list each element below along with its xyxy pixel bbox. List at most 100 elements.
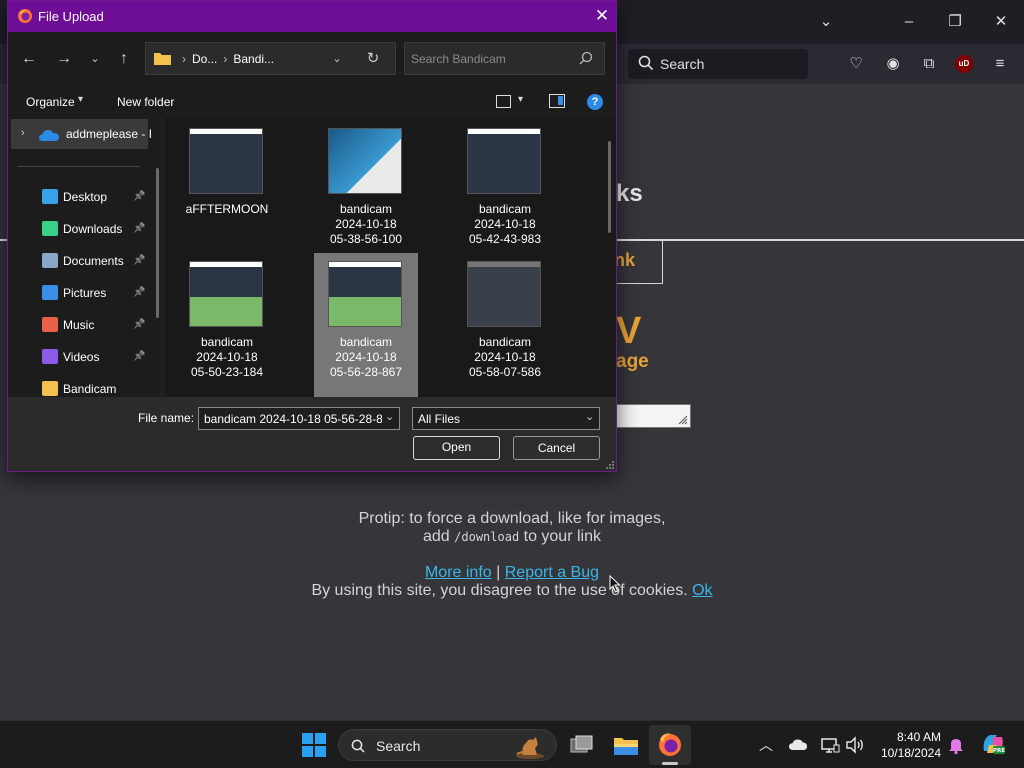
dialog-close-icon[interactable]: ✕ xyxy=(592,6,612,26)
browser-search-box[interactable]: Search xyxy=(628,49,808,79)
sidebar-item-bandicam[interactable]: Bandicam xyxy=(8,375,154,397)
breadcrumb-item[interactable]: Do... xyxy=(192,52,217,66)
sidebar-item-pictures[interactable]: Pictures 📌 xyxy=(8,279,154,307)
file-name-field[interactable]: bandicam 2024-10-18 05-56-28-867 ⌄ xyxy=(198,407,400,430)
network-icon[interactable] xyxy=(820,735,840,755)
pin-icon[interactable]: 📌 xyxy=(133,191,145,203)
pin-icon[interactable]: 📌 xyxy=(133,319,145,331)
taskbar-clock-date[interactable]: 10/18/2024 xyxy=(871,746,941,760)
task-view-icon[interactable] xyxy=(566,729,598,761)
sidebar-item-videos[interactable]: Videos 📌 xyxy=(8,343,154,371)
copilot-icon[interactable]: PRE xyxy=(980,731,1006,757)
breadcrumb-item[interactable]: Bandi... xyxy=(233,52,274,66)
search-highlight-kangaroo-icon xyxy=(516,737,544,759)
pin-icon[interactable]: 📌 xyxy=(133,255,145,267)
cookie-notice: By using this site, you disagree to the … xyxy=(0,582,1024,600)
sidebar-item-downloads[interactable]: Downloads 📌 xyxy=(8,215,154,243)
sidebar-item-label: Music xyxy=(63,318,95,332)
pin-icon[interactable]: 📌 xyxy=(133,351,145,363)
show-hidden-icons-chevron-icon[interactable]: ︿ xyxy=(756,735,776,755)
report-bug-link[interactable]: Report a Bug xyxy=(505,564,599,581)
preview-pane-icon[interactable] xyxy=(549,94,565,108)
pin-icon[interactable]: 📌 xyxy=(133,223,145,235)
sidebar-item-onedrive[interactable]: › addmeplease - P xyxy=(11,119,151,149)
file-name: bandicam 2024-10-18 05-50-23-184 xyxy=(190,335,264,379)
extensions-icon[interactable]: ⧉ xyxy=(919,54,939,74)
tab-list-chevron-icon[interactable]: ⌄ xyxy=(814,10,838,34)
file-name-value: bandicam 2024-10-18 05-56-28-867 xyxy=(204,412,382,426)
address-dropdown-chevron-icon[interactable]: ⌄ xyxy=(329,50,345,68)
file-name: bandicam 2024-10-18 05-42-43-983 xyxy=(468,202,542,246)
browser-close-button[interactable]: ✕ xyxy=(989,10,1013,34)
folder-search-input[interactable] xyxy=(411,49,571,69)
sidebar-item-documents[interactable]: Documents 📌 xyxy=(8,247,154,275)
running-app-indicator xyxy=(662,762,678,765)
search-icon xyxy=(579,51,593,65)
back-arrow-icon[interactable]: ← xyxy=(19,49,39,69)
music-icon xyxy=(42,317,58,332)
file-type-value: All Files xyxy=(418,412,461,426)
menu-icon[interactable]: ≡ xyxy=(990,54,1010,74)
volume-icon[interactable] xyxy=(845,735,865,755)
resize-grip-icon[interactable] xyxy=(678,415,688,425)
downloads-icon xyxy=(42,221,58,236)
file-item[interactable]: bandicam 2024-10-18 05-58-07-586 xyxy=(453,253,557,397)
notifications-bell-icon[interactable] xyxy=(946,735,966,755)
firefox-icon[interactable] xyxy=(654,729,686,761)
file-item[interactable]: bandicam 2024-10-18 05-38-56-100 xyxy=(314,120,418,270)
file-item[interactable]: bandicam 2024-10-18 05-56-28-867 xyxy=(314,253,418,397)
more-info-link[interactable]: More info xyxy=(425,564,492,581)
dialog-resize-grip-icon[interactable] xyxy=(605,460,614,469)
recent-locations-chevron-icon[interactable]: ⌄ xyxy=(85,49,105,69)
folder-icon xyxy=(154,53,171,65)
sidebar-item-music[interactable]: Music 📌 xyxy=(8,311,154,339)
dialog-title-bar: File Upload ✕ xyxy=(8,1,616,32)
up-arrow-icon[interactable]: ↑ xyxy=(114,49,134,69)
cookie-ok-link[interactable]: Ok xyxy=(692,582,712,599)
expand-chevron-icon[interactable]: › xyxy=(21,127,25,139)
windows-taskbar: Search ︿ 8:40 AM 10/18/2024 PRE xyxy=(0,720,1024,768)
file-explorer-icon[interactable] xyxy=(610,729,642,761)
onedrive-cloud-icon xyxy=(39,130,59,141)
restore-button[interactable]: ❐ xyxy=(943,10,967,34)
pin-icon[interactable]: 📌 xyxy=(133,287,145,299)
organize-button[interactable]: Organize xyxy=(26,95,75,109)
pocket-icon[interactable]: ♡ xyxy=(846,54,866,74)
account-icon[interactable]: ◉ xyxy=(883,54,903,74)
file-type-select[interactable]: All Files ⌄ xyxy=(412,407,600,430)
file-item[interactable]: bandicam 2024-10-18 05-50-23-184 xyxy=(175,253,279,397)
documents-icon xyxy=(42,253,58,268)
view-options-caret-icon[interactable]: ▾ xyxy=(518,94,523,105)
organize-caret-icon[interactable]: ▾ xyxy=(78,94,83,105)
file-item[interactable]: aFFTERMOON xyxy=(175,120,279,270)
navigation-scrollbar[interactable] xyxy=(156,168,159,318)
sidebar-item-label: Desktop xyxy=(63,190,108,204)
folder-search-box xyxy=(404,42,605,75)
help-icon[interactable]: ? xyxy=(587,94,603,110)
sidebar-item-label: Downloads xyxy=(63,222,123,236)
ublock-icon[interactable]: uD xyxy=(955,55,973,73)
cancel-button[interactable]: Cancel xyxy=(513,436,600,460)
new-folder-button[interactable]: New folder xyxy=(117,95,174,109)
forward-arrow-icon[interactable]: → xyxy=(54,49,74,69)
dialog-navigation-bar: ← → ⌄ ↑ › Do... › Bandi... ⌄ ↻ xyxy=(8,32,616,86)
file-list-scrollbar[interactable] xyxy=(608,141,611,233)
browser-search-label: Search xyxy=(660,56,705,72)
page-link-tab[interactable]: nk xyxy=(614,250,635,271)
link-separator: | xyxy=(496,564,501,581)
view-options-icon[interactable] xyxy=(496,95,511,108)
taskbar-clock-time[interactable]: 8:40 AM xyxy=(879,730,941,744)
sidebar-item-label: Videos xyxy=(63,350,100,364)
page-banner-title: V xyxy=(616,310,642,352)
windows-start-icon[interactable] xyxy=(302,733,326,757)
page-url-textarea[interactable] xyxy=(612,404,691,428)
sidebar-item-desktop[interactable]: Desktop 📌 xyxy=(8,183,154,211)
refresh-icon[interactable]: ↻ xyxy=(363,49,383,69)
open-button[interactable]: Open xyxy=(413,436,500,460)
minimize-button[interactable]: – xyxy=(897,10,921,34)
onedrive-tray-icon[interactable] xyxy=(788,735,808,755)
file-name-history-chevron-icon[interactable]: ⌄ xyxy=(385,410,394,423)
address-bar[interactable]: › Do... › Bandi... ⌄ ↻ xyxy=(145,42,396,75)
file-item[interactable]: bandicam 2024-10-18 05-42-43-983 xyxy=(453,120,557,270)
taskbar-search-box[interactable]: Search xyxy=(338,729,557,761)
